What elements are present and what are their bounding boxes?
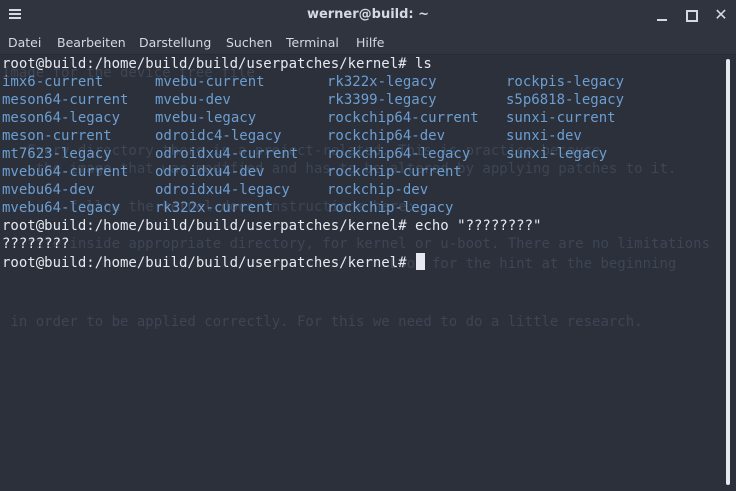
menu-bar: Datei Bearbeiten Darstellung Suchen Term…	[0, 31, 736, 55]
directory-entry: sunxi-current	[506, 110, 616, 126]
menu-hilfe[interactable]: Hilfe	[356, 35, 384, 50]
directory-entry: mt7623-legacy	[2, 146, 112, 162]
menu-darstellung[interactable]: Darstellung	[139, 35, 211, 50]
maximize-button[interactable]	[683, 7, 699, 23]
menu-bearbeiten[interactable]: Bearbeiten	[57, 35, 126, 50]
directory-entry: sunxi-dev	[506, 128, 582, 144]
scrollbar[interactable]	[720, 55, 736, 491]
directory-entry: rk322x-current	[155, 200, 274, 216]
echo-output: ????????	[2, 236, 70, 252]
directory-entry: mvebu64-current	[2, 164, 129, 180]
close-button[interactable]: ✕	[713, 7, 729, 23]
directory-entry: imx6-current	[2, 74, 104, 90]
terminal-window: werner@build: ~ ✕ Datei Bearbeiten Darst…	[0, 0, 736, 491]
directory-entry: mvebu64-dev	[2, 182, 95, 198]
menu-suchen[interactable]: Suchen	[226, 35, 272, 50]
menu-terminal[interactable]: Terminal	[286, 35, 339, 50]
title-bar[interactable]: werner@build: ~ ✕	[0, 0, 736, 31]
directory-entry: rockchip64-legacy	[327, 146, 471, 162]
directory-entry: rockchip64-dev	[327, 128, 446, 144]
directory-entry: meson-current	[2, 128, 112, 144]
directory-entry: odroidxu4-current	[155, 146, 299, 162]
directory-entry: mvebu-legacy	[155, 110, 257, 126]
text-cursor	[416, 253, 426, 270]
directory-entry: rockchip64-current	[327, 110, 479, 126]
directory-entry: mvebu-dev	[155, 92, 231, 108]
prompt-text: root@build:/home/build/build/userpatches…	[2, 255, 416, 271]
directory-entry: rockchip-dev	[327, 182, 429, 198]
prompt-line: root@build:/home/build/build/userpatches…	[2, 218, 542, 234]
directory-entry: sunxi-legacy	[506, 146, 608, 162]
directory-entry: meson64-legacy	[2, 110, 121, 126]
directory-entry: rockchip-legacy	[327, 200, 454, 216]
directory-entry: rockpis-legacy	[506, 74, 625, 90]
background-text: in order to be applied correctly. For th…	[2, 314, 643, 330]
terminal-area[interactable]: Image for the device tree file Every dir…	[0, 55, 720, 491]
directory-entry: rk322x-legacy	[327, 74, 437, 90]
prompt-line-current: root@build:/home/build/build/userpatches…	[2, 253, 426, 271]
minimize-button[interactable]	[654, 7, 670, 23]
directory-entry: meson64-current	[2, 92, 129, 108]
directory-entry: rockchip-current	[327, 164, 462, 180]
directory-entry: s5p6818-legacy	[506, 92, 625, 108]
directory-entry: mvebu-current	[155, 74, 265, 90]
directory-entry: rk3399-legacy	[327, 92, 437, 108]
directory-entry: odroidxu4-dev	[155, 164, 265, 180]
scrollbar-thumb[interactable]	[726, 59, 730, 485]
menu-datei[interactable]: Datei	[8, 35, 41, 50]
directory-entry: odroidxu4-legacy	[155, 182, 290, 198]
window-title: werner@build: ~	[306, 7, 430, 22]
directory-entry: odroidc4-legacy	[155, 128, 282, 144]
background-text: file inside appropriate directory, for k…	[2, 236, 711, 252]
directory-entry: mvebu64-legacy	[2, 200, 121, 216]
prompt-line: root@build:/home/build/build/userpatches…	[2, 56, 432, 72]
